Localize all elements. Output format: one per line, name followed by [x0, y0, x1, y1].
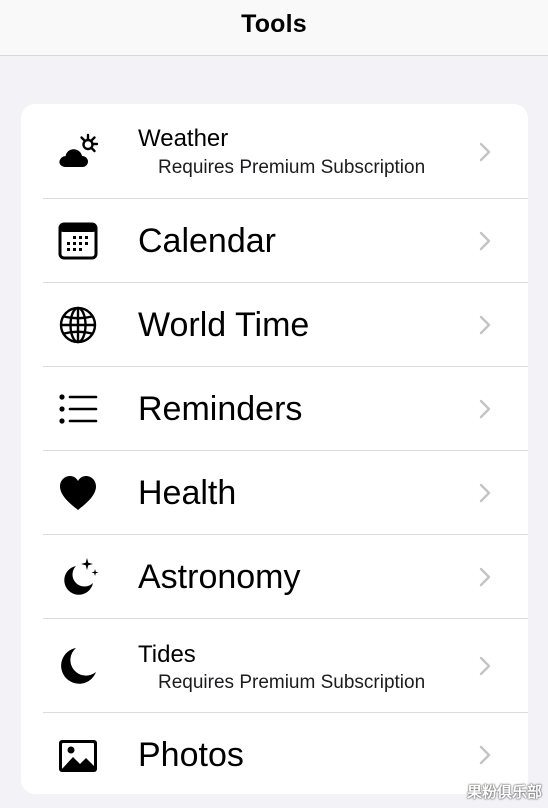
- tools-list: Weather Requires Premium Subscription Ca…: [21, 104, 528, 794]
- chevron-right-icon: [479, 231, 491, 251]
- chevron-right-icon: [479, 656, 491, 676]
- photo-icon: [59, 740, 97, 772]
- heart-icon: [60, 476, 96, 510]
- tools-row-health[interactable]: Health: [21, 451, 528, 535]
- navigation-bar: Tools: [0, 0, 548, 56]
- tools-row-photos[interactable]: Photos: [21, 713, 528, 794]
- chevron-right-icon: [479, 567, 491, 587]
- cloud-sun-icon: [59, 133, 99, 167]
- globe-icon: [59, 306, 97, 344]
- chevron-right-icon: [479, 142, 491, 162]
- tools-row-astronomy[interactable]: Astronomy: [21, 535, 528, 619]
- tools-row-reminders[interactable]: Reminders: [21, 367, 528, 451]
- watermark: 果粉俱乐部: [466, 784, 542, 801]
- tools-row-weather[interactable]: Weather Requires Premium Subscription: [21, 104, 528, 199]
- tools-row-label: Photos: [138, 736, 244, 774]
- chevron-right-icon: [479, 483, 491, 503]
- chevron-right-icon: [479, 399, 491, 419]
- tools-row-label: Astronomy: [138, 558, 301, 596]
- tools-row-label: Tides: [138, 641, 196, 668]
- moon-icon: [61, 648, 96, 684]
- tools-row-tides[interactable]: Tides Requires Premium Subscription: [21, 619, 528, 713]
- tools-row-world-time[interactable]: World Time: [21, 283, 528, 367]
- list-bullet-icon: [59, 394, 98, 424]
- tools-row-sublabel: Requires Premium Subscription: [158, 672, 426, 693]
- tools-row-label: Calendar: [138, 222, 276, 260]
- moon-stars-icon: [64, 558, 99, 595]
- calendar-icon: [58, 222, 98, 260]
- tools-row-label: World Time: [138, 306, 310, 344]
- tools-row-sublabel: Requires Premium Subscription: [158, 157, 426, 178]
- tools-row-label: Weather: [138, 125, 229, 152]
- page-title: Tools: [241, 10, 307, 38]
- chevron-right-icon: [479, 745, 491, 765]
- tools-row-label: Reminders: [138, 390, 303, 428]
- chevron-right-icon: [479, 315, 491, 335]
- tools-row-calendar[interactable]: Calendar: [21, 199, 528, 283]
- tools-row-label: Health: [138, 474, 237, 512]
